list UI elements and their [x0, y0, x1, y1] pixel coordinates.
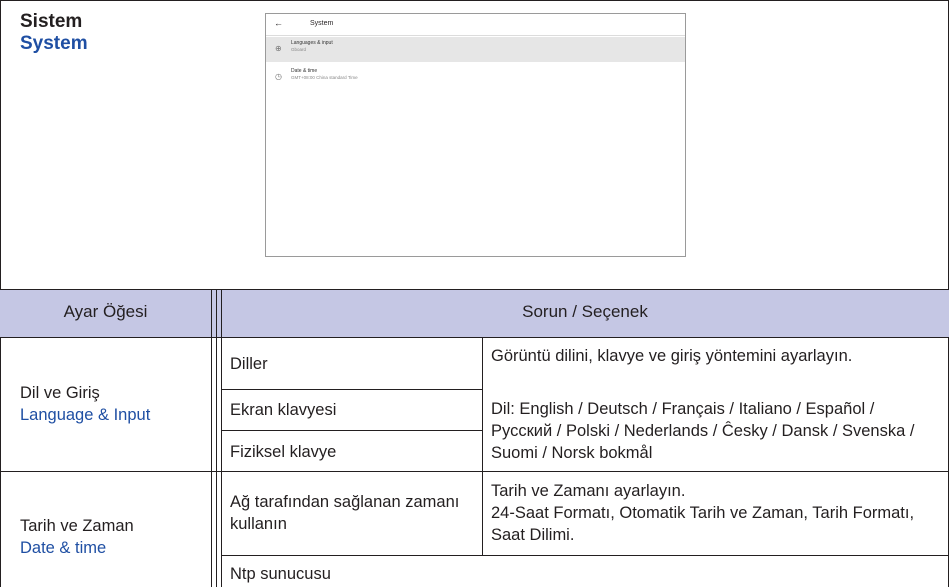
sub-onscreen-keyboard: Ekran klavyesi: [230, 401, 337, 419]
section-title-en: System: [20, 33, 88, 54]
back-arrow-icon: ←: [274, 18, 283, 28]
sub-ntp-server: Ntp sunucusu: [230, 565, 331, 583]
screenshot-item-datetime: ◷ Date & time GMT+08:00 China standard T…: [266, 65, 685, 90]
section-title-tr: Sistem: [20, 11, 83, 32]
screenshot-item-label: Languages & input: [291, 40, 333, 46]
screenshot-item-sub: Gboard: [291, 47, 307, 52]
sub-physical-keyboard: Fiziksel klavye: [230, 443, 337, 461]
header-setting-item: Ayar Öğesi: [63, 302, 148, 321]
sub-languages: Diller: [230, 355, 268, 373]
sub-network-time: Ağ tarafından sağlanan zamanı kullanın: [230, 493, 460, 533]
screenshot-title: System: [310, 20, 334, 27]
desc-language-1: Görüntü dilini, klavye ve giriş yöntemin…: [491, 347, 853, 365]
desc-datetime: Tarih ve Zamanı ayarlayın. 24-Saat Forma…: [491, 482, 915, 544]
screenshot-item-sub: GMT+08:00 China standard Time: [291, 75, 358, 80]
item-datetime-tr: Tarih ve Zaman: [20, 517, 134, 535]
globe-icon: ⊕: [275, 44, 282, 53]
item-datetime-en: Date & time: [20, 539, 107, 557]
item-language-en: Language & Input: [20, 406, 151, 424]
clock-icon: ◷: [275, 72, 282, 81]
header-problem-option: Sorun / Seçenek: [522, 302, 648, 321]
item-language-tr: Dil ve Giriş: [20, 384, 100, 402]
screenshot-item-label: Date & time: [291, 68, 318, 74]
screenshot-item-languages: ⊕ Languages & input Gboard: [266, 37, 685, 62]
settings-screenshot: ← System ⊕ Languages & input Gboard ◷ Da…: [265, 13, 686, 257]
screenshot-toolbar: ← System: [266, 14, 685, 36]
desc-language-2: Dil: English / Deutsch / Français / Ital…: [491, 400, 915, 462]
